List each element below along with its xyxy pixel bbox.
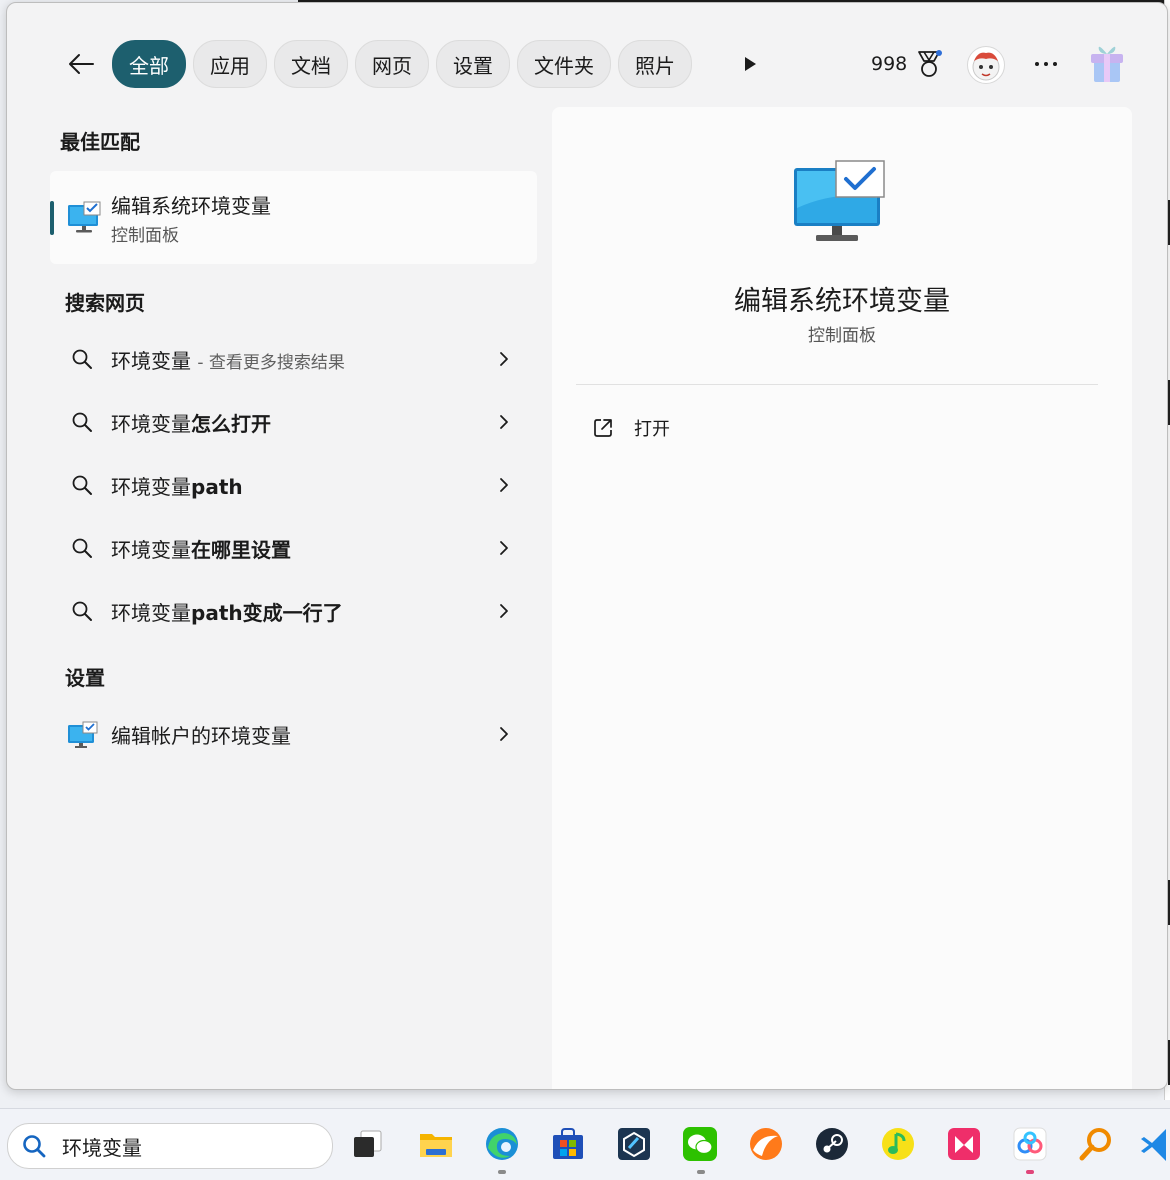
section-title-settings: 设置 [65, 666, 105, 690]
start-menu-search-panel: 全部 应用 文档 网页 设置 文件夹 照片 998 最佳匹配 编辑系统环境变量 … [6, 2, 1168, 1090]
rewards-points[interactable]: 998 [871, 53, 907, 75]
running-indicator [498, 1170, 506, 1174]
web-search-label: 环境变量path [111, 475, 243, 499]
divider [576, 384, 1098, 385]
more-options-button[interactable] [1029, 51, 1063, 77]
play-icon [745, 57, 756, 71]
avatar-image [972, 52, 1000, 81]
section-title-best-match: 最佳匹配 [60, 130, 140, 154]
back-button[interactable] [62, 45, 100, 83]
running-indicator [1026, 1170, 1034, 1174]
rewards-medal-icon[interactable] [915, 49, 943, 79]
back-arrow-icon [69, 54, 94, 74]
detail-pane: 编辑系统环境变量 控制面板 打开 [552, 107, 1132, 1089]
system-properties-large-icon [794, 160, 885, 241]
search-icon [23, 1135, 46, 1158]
taskbar-search-box[interactable] [7, 1123, 333, 1169]
orange-browser-icon[interactable] [748, 1126, 784, 1162]
baidu-netdisk-icon[interactable] [1012, 1126, 1048, 1162]
detail-title: 编辑系统环境变量 [734, 286, 950, 317]
tab-settings[interactable]: 设置 [436, 40, 510, 88]
chevron-right-icon [500, 478, 508, 492]
vscode-icon[interactable] [1140, 1126, 1170, 1162]
wechat-icon[interactable] [682, 1126, 718, 1162]
search-icon [72, 538, 92, 558]
web-search-label: 环境变量怎么打开 [111, 412, 271, 436]
open-external-icon [594, 419, 612, 437]
ellipsis-icon [1035, 62, 1057, 66]
file-explorer-icon[interactable] [418, 1126, 454, 1162]
edge-browser-icon[interactable] [484, 1126, 520, 1162]
running-indicator [697, 1170, 705, 1174]
open-button[interactable]: 打开 [592, 413, 670, 443]
system-properties-icon [68, 201, 101, 233]
tab-all[interactable]: 全部 [112, 40, 186, 88]
web-search-label: 环境变量path变成一行了 [111, 601, 343, 625]
web-search-item[interactable]: 环境变量path [50, 458, 537, 512]
taskbar [0, 1108, 1170, 1180]
chevron-right-icon [500, 727, 508, 741]
search-icon [72, 349, 92, 369]
search-icon [72, 601, 92, 621]
open-label: 打开 [634, 419, 670, 440]
chevron-right-icon [500, 352, 508, 366]
tab-documents[interactable]: 文档 [274, 40, 348, 88]
web-search-label: 环境变量在哪里设置 [111, 538, 291, 562]
section-title-web-search: 搜索网页 [65, 291, 145, 315]
best-match-subtitle: 控制面板 [111, 226, 179, 246]
chevron-right-icon [500, 415, 508, 429]
best-match-result[interactable]: 编辑系统环境变量 控制面板 [50, 171, 537, 264]
selection-indicator [50, 201, 54, 235]
web-search-item[interactable]: 环境变量 - 查看更多搜索结果 [50, 332, 537, 386]
web-search-item[interactable]: 环境变量怎么打开 [50, 395, 537, 449]
more-filters-button[interactable] [737, 51, 763, 77]
settings-item-label: 编辑帐户的环境变量 [111, 724, 291, 748]
microsoft-store-icon[interactable] [550, 1126, 586, 1162]
tab-photos[interactable]: 照片 [618, 40, 692, 88]
chevron-right-icon [500, 604, 508, 618]
tab-folders[interactable]: 文件夹 [517, 40, 611, 88]
task-view-icon[interactable] [350, 1126, 386, 1162]
avatar[interactable] [967, 46, 1005, 84]
tab-web[interactable]: 网页 [355, 40, 429, 88]
cube-app-icon[interactable] [616, 1126, 652, 1162]
best-match-title: 编辑系统环境变量 [111, 194, 271, 218]
search-icon [72, 475, 92, 495]
web-search-item[interactable]: 环境变量path变成一行了 [50, 584, 537, 638]
environment-variables-icon [68, 721, 98, 748]
tab-apps[interactable]: 应用 [193, 40, 267, 88]
filter-tabs: 全部 应用 文档 网页 设置 文件夹 照片 [112, 40, 692, 88]
search-tool-icon[interactable] [1078, 1126, 1114, 1162]
chevron-right-icon [500, 541, 508, 555]
gift-icon[interactable] [1085, 40, 1129, 86]
qq-music-icon[interactable] [880, 1126, 916, 1162]
web-search-label: 环境变量 - 查看更多搜索结果 [111, 349, 345, 373]
detail-subtitle: 控制面板 [808, 326, 876, 346]
web-search-item[interactable]: 环境变量在哪里设置 [50, 521, 537, 575]
search-icon [72, 412, 92, 432]
settings-item[interactable]: 编辑帐户的环境变量 [50, 707, 537, 761]
taskbar-search-input[interactable] [60, 1130, 319, 1162]
steam-icon[interactable] [814, 1126, 850, 1162]
pink-app-icon[interactable] [946, 1126, 982, 1162]
